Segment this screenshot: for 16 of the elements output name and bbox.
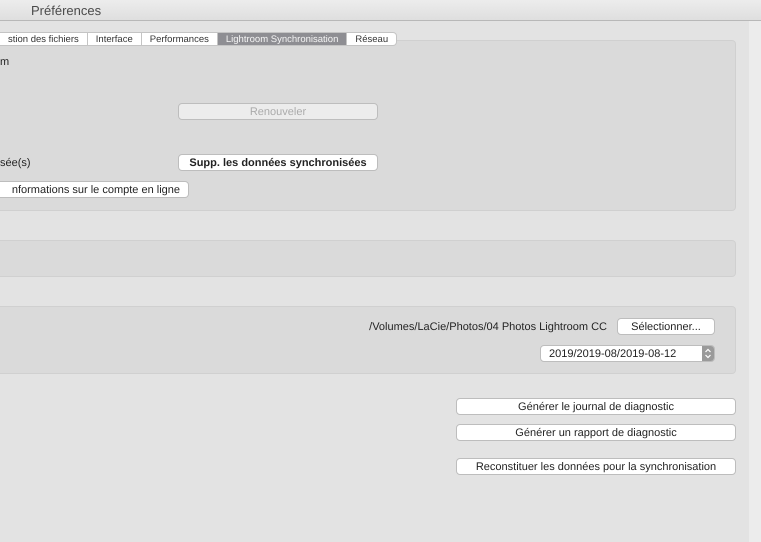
account-label: m — [0, 56, 10, 68]
tab[interactable]: Interface — [88, 32, 142, 46]
location-path: /Volumes/LaCie/Photos/04 Photos Lightroom CC — [369, 320, 607, 332]
tab[interactable]: Réseau — [347, 32, 398, 46]
diagnostic-button[interactable]: Générer le journal de diagnostic — [456, 398, 736, 415]
synced-label: sée(s) — [0, 156, 32, 168]
tab[interactable]: Performances — [142, 32, 218, 46]
choose-button[interactable]: Sélectionner... — [617, 318, 715, 335]
stepper-icon — [702, 346, 714, 361]
rebuild-button[interactable]: Reconstituer les données pour la synchronisation — [456, 458, 736, 475]
tab[interactable]: stion des fichiers — [0, 32, 88, 46]
account-info-button[interactable]: nformations sur le compte en ligne — [0, 181, 189, 198]
window-title: Préférences — [31, 2, 102, 18]
folder-format-select[interactable]: 2019/2019-08/2019-08-12 — [540, 345, 715, 362]
delete-synced-button[interactable]: Supp. les données synchronisées — [178, 154, 378, 171]
diagnostic-button[interactable]: Générer un rapport de diagnostic — [456, 424, 736, 441]
